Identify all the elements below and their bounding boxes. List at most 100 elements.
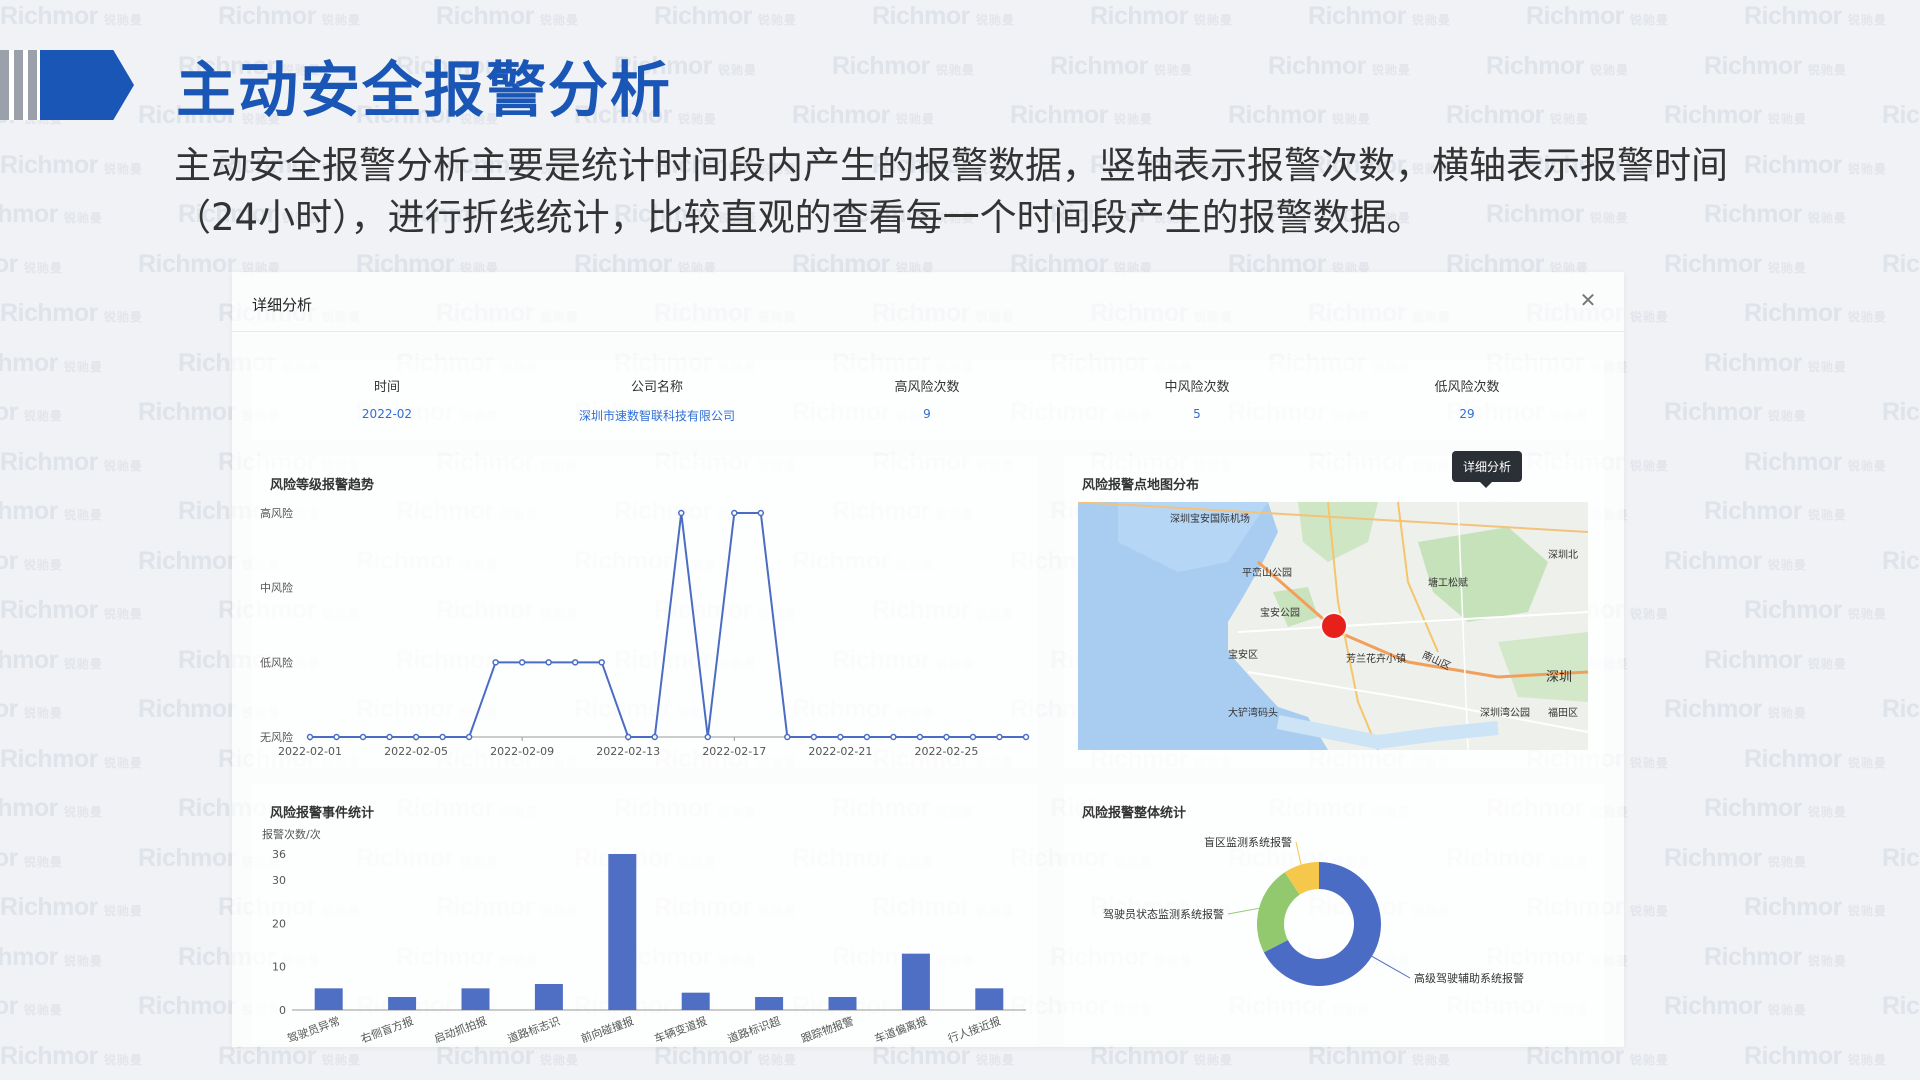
y-axis-label: 报警次数/次 xyxy=(262,827,321,841)
map-label: 深圳 xyxy=(1546,670,1573,685)
watermark-text: Richmor锐驰曼 xyxy=(0,992,63,1020)
trend-point xyxy=(571,659,579,666)
summary-low-risk: 低风险次数 29 xyxy=(1332,360,1602,421)
watermark-text: Richmor锐驰曼 xyxy=(1446,101,1589,129)
watermark-text: Richmor锐驰曼 xyxy=(0,893,143,921)
watermark-text: Richmor锐驰曼 xyxy=(1526,2,1669,30)
map-label: 深圳湾公园 xyxy=(1480,708,1530,719)
watermark-text: Richmor锐驰曼 xyxy=(1664,249,1807,278)
watermark-text: Richmor锐驰曼 xyxy=(0,1041,143,1070)
bar xyxy=(681,992,710,1010)
watermark-text: Richmor锐驰曼 xyxy=(1882,992,1920,1020)
x-tick-label: 行人接近报 xyxy=(946,1014,1002,1044)
page-description: 主动安全报警分析主要是统计时间段内产生的报警数据，竖轴表示报警次数，横轴表示报警… xyxy=(174,140,1874,244)
map-panel: 风险报警点地图分布 深圳宝安国际机场 平峦山公园 宝安公园 宝安区 芳兰花卉小镇… xyxy=(1064,456,1604,768)
event-bar-panel: 风险报警事件统计 报警次数/次 0 10 20 30 36 驾驶员异常 右侧盲方报 启动抓拍报道… xyxy=(252,784,1038,1044)
watermark-text: Richmor锐驰曼 xyxy=(0,942,103,971)
trend-point xyxy=(651,733,658,741)
watermark-text: Richmor锐驰曼 xyxy=(1744,1041,1887,1070)
y-tick-label: 30 xyxy=(272,874,286,887)
y-tick-label: 无风险 xyxy=(260,730,293,744)
watermark-text: Richmor锐驰曼 xyxy=(1664,992,1807,1020)
donut-label: 高级驾驶辅助系统报警 xyxy=(1414,971,1524,985)
summary-time: 时间 2022-02 xyxy=(252,360,522,421)
summary-label: 低风险次数 xyxy=(1434,380,1500,395)
x-tick-label: 驾驶员异常 xyxy=(285,1014,341,1044)
watermark-text: Richmor锐驰曼 xyxy=(0,546,63,575)
summary-high-risk: 高风险次数 9 xyxy=(792,360,1062,421)
bar xyxy=(755,997,784,1010)
summary-value[interactable]: 9 xyxy=(792,407,1062,421)
close-icon[interactable]: ✕ xyxy=(1574,286,1602,314)
x-tick-label: 启动抓拍报 xyxy=(432,1014,488,1044)
summary-value[interactable]: 深圳市速数智联科技有限公司 xyxy=(522,407,792,424)
trend-point xyxy=(359,733,367,741)
title-stripes xyxy=(0,50,40,120)
watermark-text: Richmor锐驰曼 xyxy=(1744,447,1887,476)
y-tick-label: 0 xyxy=(279,1004,286,1017)
trend-point xyxy=(890,733,897,741)
summary-table: 时间 2022-02 公司名称 深圳市速数智联科技有限公司 高风险次数 9 中风… xyxy=(252,360,1604,440)
risk-map[interactable]: 深圳宝安国际机场 平峦山公园 宝安公园 宝安区 芳兰花卉小镇 大铲湾码头 南山区… xyxy=(1078,502,1588,750)
watermark-text: Richmor锐驰曼 xyxy=(0,348,103,377)
page-title: 主动安全报警分析 xyxy=(176,56,672,126)
summary-label: 中风险次数 xyxy=(1164,380,1230,395)
watermark-text: Richmor锐驰曼 xyxy=(0,299,143,327)
watermark-text: Richmor锐驰曼 xyxy=(218,2,361,30)
bar xyxy=(828,997,857,1010)
map-label: 深圳宝安国际机场 xyxy=(1170,514,1250,525)
x-tick-label: 2022-02-05 xyxy=(384,745,448,758)
watermark-text: Richmor锐驰曼 xyxy=(0,200,103,228)
trend-point xyxy=(916,733,924,741)
watermark-text: Richmor锐驰曼 xyxy=(0,497,103,525)
bar xyxy=(975,988,1004,1010)
x-tick-label: 车辆变道报 xyxy=(652,1014,708,1044)
summary-value[interactable]: 29 xyxy=(1332,407,1602,421)
watermark-text: Richmor锐驰曼 xyxy=(0,447,143,476)
watermark-text: Richmor锐驰曼 xyxy=(1050,51,1193,80)
watermark-text: Richmor锐驰曼 xyxy=(1228,101,1371,129)
watermark-text: Richmor锐驰曼 xyxy=(1744,2,1887,30)
watermark-text: Richmor锐驰曼 xyxy=(1744,596,1887,624)
bar xyxy=(534,984,563,1010)
y-tick-label: 低风险 xyxy=(260,655,293,669)
trend-point xyxy=(465,733,473,741)
trend-point xyxy=(545,659,552,666)
trend-line xyxy=(310,512,1026,738)
watermark-text: Richmor锐驰曼 xyxy=(1308,2,1451,30)
x-tick-label: 跟踪物报警 xyxy=(799,1014,855,1044)
trend-point xyxy=(492,659,499,666)
watermark-text: Richmor锐驰曼 xyxy=(0,596,143,624)
watermark-text: Richmor锐驰曼 xyxy=(1704,645,1847,674)
y-tick-label: 高风险 xyxy=(260,506,293,520)
watermark-text: Richmor锐驰曼 xyxy=(792,101,935,129)
watermark-text: Richmor锐驰曼 xyxy=(0,398,63,426)
summary-value[interactable]: 5 xyxy=(1062,407,1332,421)
watermark-text: Richmor锐驰曼 xyxy=(1882,843,1920,872)
x-tick-label: 道路标志识 xyxy=(505,1014,561,1044)
watermark-text: Richmor锐驰曼 xyxy=(0,249,63,278)
trend-point xyxy=(678,509,685,517)
watermark-text: Richmor锐驰曼 xyxy=(1090,2,1233,30)
watermark-text: Richmor锐驰曼 xyxy=(1882,249,1920,278)
x-tick-label: 车道偏离报 xyxy=(872,1014,928,1044)
bar xyxy=(461,988,490,1010)
bar-chart: 报警次数/次 0 10 20 30 36 驾驶员异常 右侧盲方报 启动抓拍报 道路标志识 前向碰撞报… xyxy=(262,827,1026,1044)
description-line-1: 主动安全报警分析主要是统计时间段内产生的报警数据，竖轴表示报警次数，横轴表示报警… xyxy=(174,144,1728,187)
watermark-text: Richmor锐驰曼 xyxy=(1744,299,1887,327)
watermark-text: Richmor锐驰曼 xyxy=(0,744,143,773)
watermark-text: Richmor锐驰曼 xyxy=(1882,398,1920,426)
watermark-text: Richmor锐驰曼 xyxy=(1704,497,1847,525)
donut-leader-line xyxy=(1371,955,1411,979)
x-tick-label: 2022-02-09 xyxy=(490,745,554,758)
watermark-text: Richmor锐驰曼 xyxy=(1882,101,1920,129)
map-label: 宝安区 xyxy=(1228,650,1258,661)
watermark-text: Richmor锐驰曼 xyxy=(1704,942,1847,971)
bar xyxy=(314,988,343,1010)
watermark-text: Richmor锐驰曼 xyxy=(1744,744,1887,773)
donut-leader-line xyxy=(1227,907,1260,915)
watermark-text: Richmor锐驰曼 xyxy=(832,51,975,80)
watermark-text: Richmor锐驰曼 xyxy=(1664,546,1807,575)
trend-point xyxy=(439,733,446,741)
map-pin-icon[interactable] xyxy=(1322,614,1346,638)
